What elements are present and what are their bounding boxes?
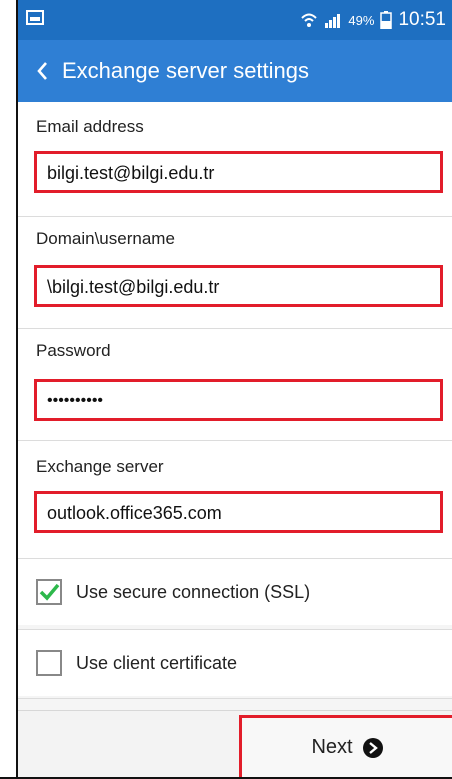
password-label: Password [36,341,111,360]
back-chevron-icon[interactable] [34,56,50,86]
wifi-icon [300,11,318,29]
domain-username-section: Domain\username \bilgi.test@bilgi.edu.tr [18,217,452,328]
client-certificate-checkbox[interactable] [36,650,62,676]
email-section: Email address bilgi.test@bilgi.edu.tr [18,102,452,216]
screen: 49% 10:51 Exchange server settings Email… [0,0,452,779]
checkmark-icon [39,583,60,601]
password-field[interactable]: •••••••••• [34,379,443,421]
exchange-server-label: Exchange server [36,457,164,476]
next-button[interactable]: Next [239,715,452,779]
status-indicators: 49% 10:51 [300,0,446,40]
next-button-label: Next [311,736,353,758]
exchange-server-section: Exchange server outlook.office365.com [18,441,452,558]
settings-form: Email address bilgi.test@bilgi.edu.tr Do… [18,102,452,779]
frame-left-border [0,0,18,779]
next-arrow-icon [362,737,383,758]
client-certificate-option-label: Use client certificate [76,652,238,673]
status-time: 10:51 [398,9,446,30]
signal-strength-icon [324,11,342,29]
domain-username-value: \bilgi.test@bilgi.edu.tr [47,277,220,297]
domain-username-label: Domain\username [36,229,175,248]
password-section: Password •••••••••• [18,329,452,440]
email-field[interactable]: bilgi.test@bilgi.edu.tr [34,151,443,193]
email-value: bilgi.test@bilgi.edu.tr [47,163,215,183]
ssl-option-row[interactable]: Use secure connection (SSL) [18,559,452,625]
client-certificate-option-row[interactable]: Use client certificate [18,630,452,696]
password-value: •••••••••• [47,392,104,409]
exchange-server-field[interactable]: outlook.office365.com [34,491,443,533]
battery-icon [380,11,393,30]
page-title: Exchange server settings [62,58,310,83]
domain-username-field[interactable]: \bilgi.test@bilgi.edu.tr [34,265,443,307]
ssl-checkbox[interactable] [36,579,62,605]
status-bar: 49% 10:51 [18,0,452,40]
divider [18,698,452,699]
image-notification-icon [26,10,44,25]
email-label: Email address [36,117,144,136]
app-bar: Exchange server settings [18,40,452,102]
exchange-server-value: outlook.office365.com [47,503,222,523]
ssl-option-label: Use secure connection (SSL) [76,581,311,602]
battery-percentage: 49% [348,12,375,28]
bottom-action-bar: Next [18,710,452,779]
